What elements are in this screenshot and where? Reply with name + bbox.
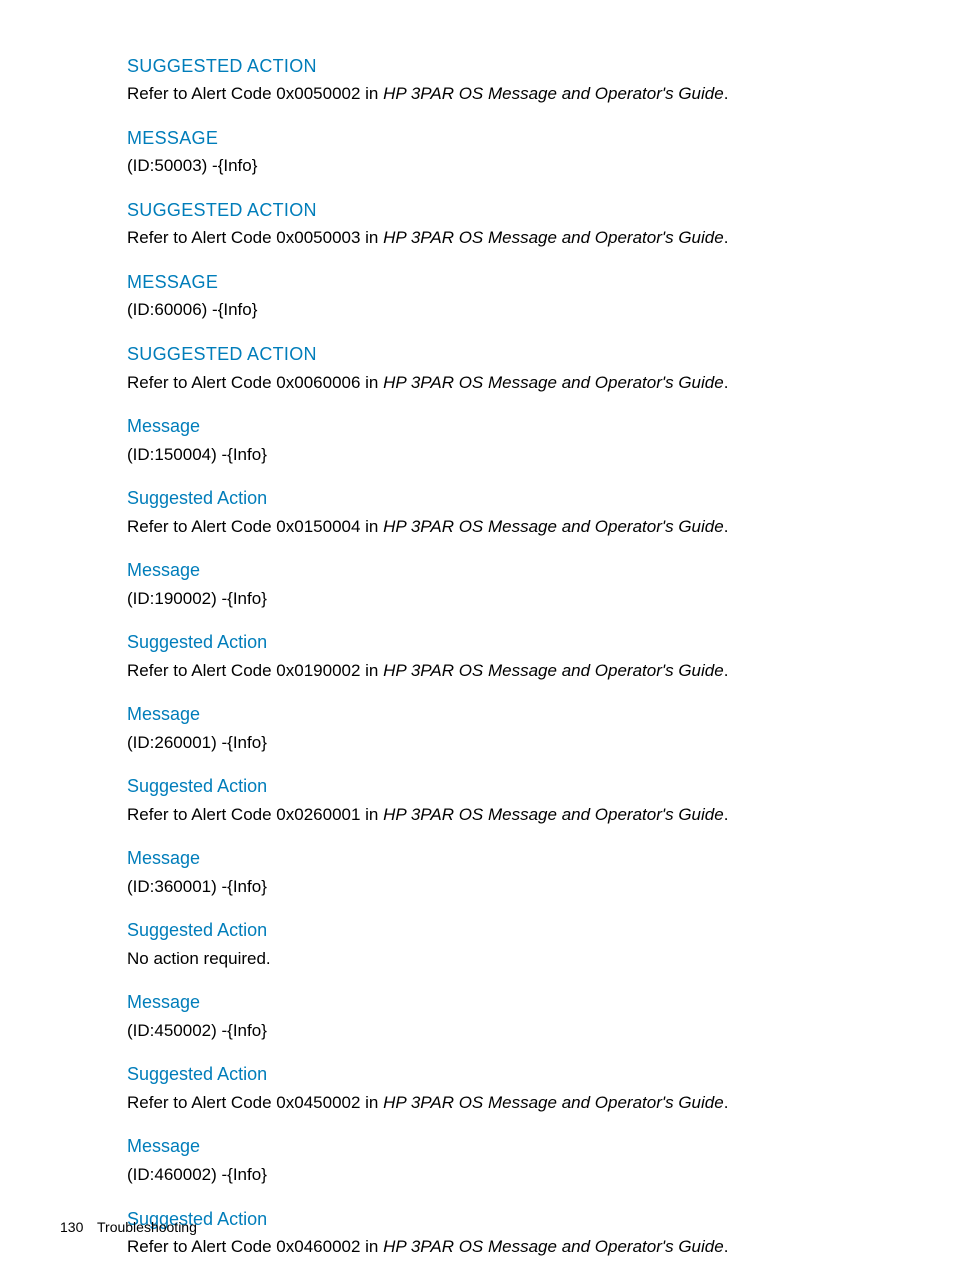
body-text-pre: Refer to Alert Code 0x0460002 in bbox=[127, 1237, 383, 1256]
page-number: 130 bbox=[60, 1219, 83, 1235]
body-text-emphasis: HP 3PAR OS Message and Operator's Guide bbox=[383, 1093, 724, 1112]
body-text-pre: Refer to Alert Code 0x0260001 in bbox=[127, 805, 383, 824]
section-body: No action required. bbox=[127, 947, 889, 972]
section-heading: Suggested Action bbox=[127, 199, 889, 222]
section-body: (ID:190002) -{Info} bbox=[127, 587, 889, 612]
body-text-emphasis: HP 3PAR OS Message and Operator's Guide bbox=[383, 517, 724, 536]
body-text-pre: Refer to Alert Code 0x0450002 in bbox=[127, 1093, 383, 1112]
body-text-pre: (ID:260001) -{Info} bbox=[127, 733, 267, 752]
body-text-pre: Refer to Alert Code 0x0150004 in bbox=[127, 517, 383, 536]
section-heading: Message bbox=[127, 271, 889, 294]
section-body: (ID:50003) -{Info} bbox=[127, 154, 889, 179]
section-heading: Message bbox=[127, 703, 889, 726]
document-page: Suggested Action Refer to Alert Code 0x00… bbox=[0, 0, 954, 1271]
section-heading: Message bbox=[127, 415, 889, 438]
section-body: Refer to Alert Code 0x0050003 in HP 3PAR… bbox=[127, 226, 889, 251]
footer-section: Troubleshooting bbox=[97, 1219, 197, 1235]
body-text-pre: (ID:150004) -{Info} bbox=[127, 445, 267, 464]
section-heading: Message bbox=[127, 991, 889, 1014]
section-body: (ID:360001) -{Info} bbox=[127, 875, 889, 900]
body-text-pre: (ID:60006) -{Info} bbox=[127, 300, 257, 319]
section-heading: Message bbox=[127, 847, 889, 870]
body-text-pre: (ID:360001) -{Info} bbox=[127, 877, 267, 896]
body-text-pre: Refer to Alert Code 0x0060006 in bbox=[127, 373, 383, 392]
body-text-emphasis: HP 3PAR OS Message and Operator's Guide bbox=[383, 805, 724, 824]
section-body: Refer to Alert Code 0x0050002 in HP 3PAR… bbox=[127, 82, 889, 107]
section-heading: Suggested Action bbox=[127, 55, 889, 78]
section-body: (ID:60006) -{Info} bbox=[127, 298, 889, 323]
body-text-emphasis: HP 3PAR OS Message and Operator's Guide bbox=[383, 661, 724, 680]
body-text-post: . bbox=[724, 1237, 729, 1256]
body-text-post: . bbox=[724, 1093, 729, 1112]
body-text-post: . bbox=[724, 805, 729, 824]
section-heading: Suggested Action bbox=[127, 1208, 889, 1231]
section-body: (ID:460002) -{Info} bbox=[127, 1163, 889, 1188]
body-text-emphasis: HP 3PAR OS Message and Operator's Guide bbox=[383, 1237, 724, 1256]
page-content: Suggested Action Refer to Alert Code 0x00… bbox=[96, 55, 889, 1260]
section-heading: Message bbox=[127, 127, 889, 150]
section-body: (ID:150004) -{Info} bbox=[127, 443, 889, 468]
body-text-pre: (ID:190002) -{Info} bbox=[127, 589, 267, 608]
section-heading: Suggested Action bbox=[127, 631, 889, 654]
body-text-pre: No action required. bbox=[127, 949, 271, 968]
body-text-pre: (ID:460002) -{Info} bbox=[127, 1165, 267, 1184]
section-body: Refer to Alert Code 0x0060006 in HP 3PAR… bbox=[127, 371, 889, 396]
section-heading: Suggested Action bbox=[127, 343, 889, 366]
section-heading: Suggested Action bbox=[127, 487, 889, 510]
body-text-pre: Refer to Alert Code 0x0050003 in bbox=[127, 228, 383, 247]
section-body: Refer to Alert Code 0x0190002 in HP 3PAR… bbox=[127, 659, 889, 684]
section-body: (ID:450002) -{Info} bbox=[127, 1019, 889, 1044]
section-heading: Suggested Action bbox=[127, 775, 889, 798]
section-body: Refer to Alert Code 0x0260001 in HP 3PAR… bbox=[127, 803, 889, 828]
body-text-pre: Refer to Alert Code 0x0050002 in bbox=[127, 84, 383, 103]
body-text-emphasis: HP 3PAR OS Message and Operator's Guide bbox=[383, 228, 724, 247]
body-text-pre: (ID:50003) -{Info} bbox=[127, 156, 257, 175]
body-text-pre: Refer to Alert Code 0x0190002 in bbox=[127, 661, 383, 680]
section-body: (ID:260001) -{Info} bbox=[127, 731, 889, 756]
body-text-post: . bbox=[724, 373, 729, 392]
page-footer: 130 Troubleshooting bbox=[60, 1219, 197, 1235]
body-text-emphasis: HP 3PAR OS Message and Operator's Guide bbox=[383, 84, 724, 103]
body-text-post: . bbox=[724, 84, 729, 103]
body-text-post: . bbox=[724, 517, 729, 536]
section-heading: Message bbox=[127, 559, 889, 582]
section-heading: Suggested Action bbox=[127, 1063, 889, 1086]
section-body: Refer to Alert Code 0x0460002 in HP 3PAR… bbox=[127, 1235, 889, 1260]
section-heading: Suggested Action bbox=[127, 919, 889, 942]
section-body: Refer to Alert Code 0x0150004 in HP 3PAR… bbox=[127, 515, 889, 540]
body-text-emphasis: HP 3PAR OS Message and Operator's Guide bbox=[383, 373, 724, 392]
section-heading: Message bbox=[127, 1135, 889, 1158]
body-text-post: . bbox=[724, 228, 729, 247]
body-text-pre: (ID:450002) -{Info} bbox=[127, 1021, 267, 1040]
body-text-post: . bbox=[724, 661, 729, 680]
section-body: Refer to Alert Code 0x0450002 in HP 3PAR… bbox=[127, 1091, 889, 1116]
